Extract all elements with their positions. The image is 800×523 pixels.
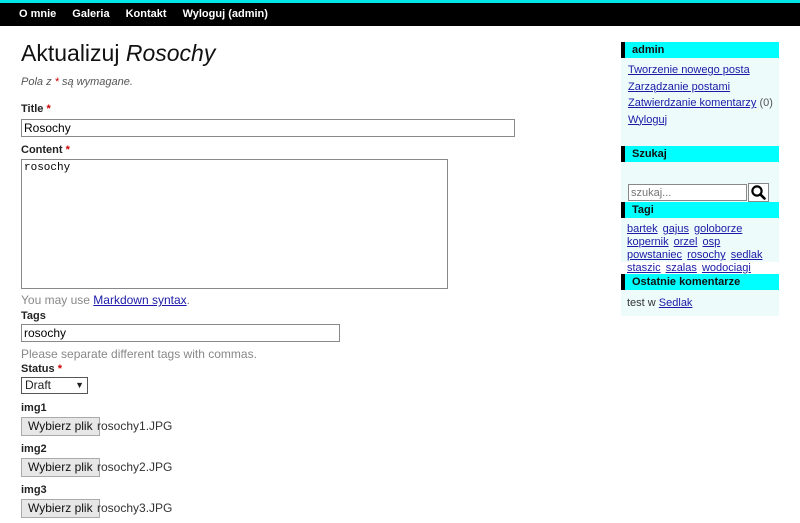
- title-label: Title *: [21, 103, 51, 115]
- recent-comments-title: Ostatnie komentarze: [621, 274, 779, 290]
- status-label-text: Status: [21, 363, 55, 375]
- img3-choose-file-button[interactable]: Wybierz plik: [21, 499, 100, 518]
- img1-label: img1: [21, 402, 47, 414]
- img1-file-name: rosochy1.JPG: [97, 419, 173, 433]
- note-text-after: są wymagane.: [58, 76, 133, 88]
- title-input[interactable]: [21, 119, 515, 137]
- tag-link[interactable]: powstaniec: [627, 249, 682, 261]
- page-title-post-name: Rosochy: [125, 40, 216, 66]
- search-portlet: Szukaj: [621, 146, 779, 206]
- recent-comment-item: test w Sedlak: [621, 290, 779, 316]
- content-required-star: *: [65, 144, 70, 156]
- update-post-form: Aktualizuj Rosochy Pola z * są wymagane.…: [21, 38, 581, 518]
- tag-link[interactable]: goloborze: [694, 223, 742, 235]
- chevron-down-icon: ▼: [75, 380, 84, 390]
- img3-label: img3: [21, 484, 47, 496]
- tags-hint: Please separate different tags with comm…: [21, 347, 257, 361]
- img1-choose-file-button[interactable]: Wybierz plik: [21, 417, 100, 436]
- page-title: Aktualizuj Rosochy: [21, 38, 581, 68]
- markdown-hint: You may use Markdown syntax.: [21, 293, 190, 307]
- markdown-hint-prefix: You may use: [21, 293, 94, 307]
- search-input[interactable]: [628, 184, 747, 201]
- tag-link[interactable]: kopernik: [627, 236, 669, 248]
- admin-portlet-body: Tworzenie nowego posta Zarządzanie posta…: [621, 58, 779, 148]
- nav-item-kontakt[interactable]: Kontakt: [126, 8, 167, 20]
- approve-comments-link[interactable]: Zatwierdzanie komentarzy: [628, 97, 756, 109]
- status-label: Status *: [21, 363, 62, 375]
- img3-file-name: rosochy3.JPG: [97, 501, 173, 515]
- pending-comments-count: (0): [759, 97, 773, 109]
- admin-portlet: admin Tworzenie nowego posta Zarządzanie…: [621, 42, 779, 148]
- tag-link[interactable]: wodociagi: [702, 262, 751, 274]
- tags-input[interactable]: [21, 324, 340, 342]
- tag-cloud: bartek gajus goloborze kopernik orzel os…: [621, 218, 779, 274]
- tags-portlet-title: Tagi: [621, 202, 779, 218]
- tag-link[interactable]: sedlak: [731, 249, 763, 261]
- nav-item-galeria[interactable]: Galeria: [72, 8, 109, 20]
- tag-link[interactable]: bartek: [627, 223, 658, 235]
- search-button[interactable]: [748, 183, 769, 202]
- img2-label: img2: [21, 443, 47, 455]
- tag-link[interactable]: szalas: [666, 262, 697, 274]
- tag-link[interactable]: osp: [703, 236, 721, 248]
- create-post-link[interactable]: Tworzenie nowego posta: [628, 64, 750, 76]
- main-nav: O mnie Galeria Kontakt Wyloguj (admin): [19, 8, 284, 20]
- tag-link[interactable]: staszic: [627, 262, 661, 274]
- tags-portlet: Tagi bartek gajus goloborze kopernik orz…: [621, 202, 779, 274]
- tag-link[interactable]: rosochy: [687, 249, 726, 261]
- comment-author: test: [627, 297, 645, 309]
- tag-link[interactable]: orzel: [674, 236, 698, 248]
- img2-file-name: rosochy2.JPG: [97, 460, 173, 474]
- logout-link[interactable]: Wyloguj: [628, 114, 667, 126]
- search-icon: [751, 185, 766, 200]
- status-selected-value: Draft: [25, 378, 52, 392]
- status-select[interactable]: Draft ▼: [21, 377, 88, 394]
- comment-conjunction: w: [644, 297, 659, 309]
- tag-link[interactable]: gajus: [663, 223, 689, 235]
- search-portlet-title: Szukaj: [621, 146, 779, 162]
- top-navigation-bar: O mnie Galeria Kontakt Wyloguj (admin): [0, 0, 800, 26]
- title-required-star: *: [46, 103, 51, 115]
- admin-portlet-title: admin: [621, 42, 779, 58]
- markdown-hint-suffix: .: [186, 293, 190, 307]
- page-title-prefix: Aktualizuj: [21, 40, 126, 66]
- markdown-syntax-link[interactable]: Markdown syntax: [93, 293, 186, 307]
- img2-choose-file-button[interactable]: Wybierz plik: [21, 458, 100, 477]
- content-label-text: Content: [21, 144, 63, 156]
- content-label: Content *: [21, 144, 70, 156]
- search-portlet-body: [621, 162, 779, 206]
- content-textarea[interactable]: rosochy: [21, 159, 448, 289]
- nav-item-wyloguj[interactable]: Wyloguj (admin): [183, 8, 268, 20]
- tags-label: Tags: [21, 310, 46, 322]
- recent-comments-portlet: Ostatnie komentarze test w Sedlak: [621, 274, 779, 316]
- status-required-star: *: [57, 363, 62, 375]
- comment-post-link[interactable]: Sedlak: [659, 297, 693, 309]
- title-label-text: Title: [21, 103, 44, 115]
- nav-item-o-mnie[interactable]: O mnie: [19, 8, 56, 20]
- note-text-before: Pola z: [21, 76, 55, 88]
- manage-posts-link[interactable]: Zarządzanie postami: [628, 81, 730, 93]
- required-fields-note: Pola z * są wymagane.: [21, 76, 133, 88]
